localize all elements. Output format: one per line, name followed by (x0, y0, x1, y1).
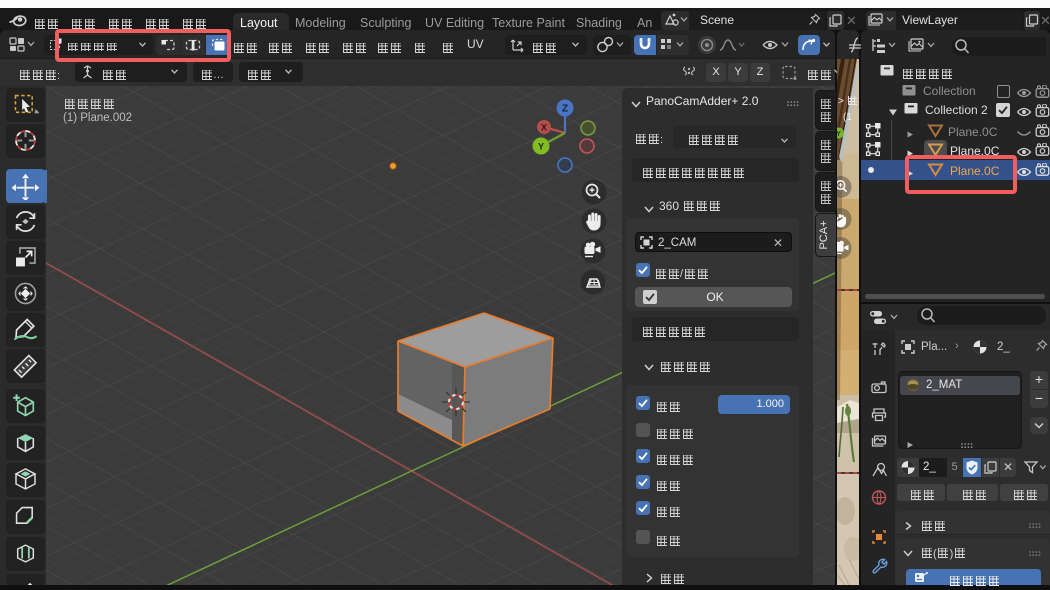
svg-text:Z: Z (562, 104, 568, 115)
svg-text:Y: Y (538, 142, 545, 153)
svg-text:X: X (541, 123, 547, 133)
svg-text:Y: Y (837, 131, 841, 138)
